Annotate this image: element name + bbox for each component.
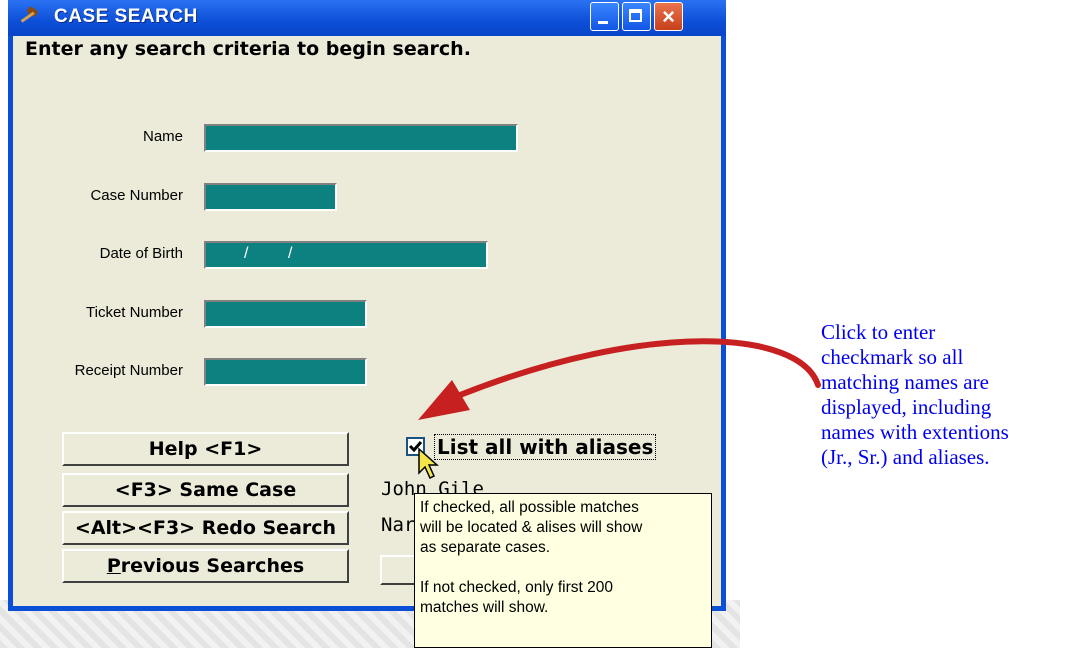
same-case-button[interactable]: <F3> Same Case: [62, 473, 349, 507]
receipt-number-label: Receipt Number: [74, 362, 183, 379]
annotation-text: Click to enter checkmark so all matching…: [821, 320, 1071, 470]
case-number-field[interactable]: [204, 183, 337, 211]
date-of-birth-label: Date of Birth: [99, 245, 183, 262]
case-number-label: Case Number: [90, 187, 183, 204]
annotation-line: checkmark so all: [821, 345, 964, 369]
annotation-line: names with extentions: [821, 420, 1009, 444]
maximize-icon: [629, 9, 642, 22]
annotation-line: (Jr., Sr.) and aliases.: [821, 445, 990, 469]
date-separator: /: [244, 245, 249, 262]
help-button[interactable]: Help <F1>: [62, 432, 349, 466]
tooltip-line: will be located & alises will show: [420, 519, 643, 536]
window-title: CASE SEARCH: [54, 6, 198, 27]
minimize-icon: [598, 21, 608, 24]
minimize-button[interactable]: [590, 2, 619, 31]
name-field[interactable]: [204, 124, 518, 152]
redo-search-button[interactable]: <Alt><F3> Redo Search: [62, 511, 349, 545]
maximize-button[interactable]: [622, 2, 651, 31]
tooltip-line: as separate cases.: [420, 539, 551, 556]
ticket-number-field[interactable]: [204, 300, 367, 328]
tooltip-line: If checked, all possible matches: [420, 499, 639, 516]
annotation-line: matching names are: [821, 370, 989, 394]
annotation-line: displayed, including: [821, 395, 992, 419]
date-of-birth-field[interactable]: / /: [204, 241, 488, 269]
annotation-line: Click to enter: [821, 320, 936, 344]
close-icon: ×: [662, 4, 675, 29]
tooltip-line: matches will show.: [420, 599, 549, 616]
ticket-number-label: Ticket Number: [86, 304, 183, 321]
pointer-cursor-icon: [418, 447, 439, 480]
page-heading: Enter any search criteria to begin searc…: [25, 38, 471, 60]
aliases-checkbox-label[interactable]: List all with aliases: [434, 434, 657, 460]
close-button[interactable]: ×: [654, 2, 683, 31]
name-label: Name: [142, 128, 183, 145]
receipt-number-field[interactable]: [204, 358, 367, 386]
previous-searches-button[interactable]: Previous Searches: [62, 549, 349, 583]
result-secondary-text: Nar: [381, 514, 416, 536]
title-bar[interactable]: CASE SEARCH ×: [8, 0, 726, 36]
aliases-tooltip: If checked, all possible matches will be…: [414, 493, 712, 648]
date-separator: /: [288, 245, 293, 262]
previous-searches-mnemonic: P: [106, 555, 121, 577]
gavel-icon: [20, 7, 38, 23]
tooltip-line: If not checked, only first 200: [420, 579, 613, 596]
previous-searches-label: revious Searches: [120, 555, 305, 577]
